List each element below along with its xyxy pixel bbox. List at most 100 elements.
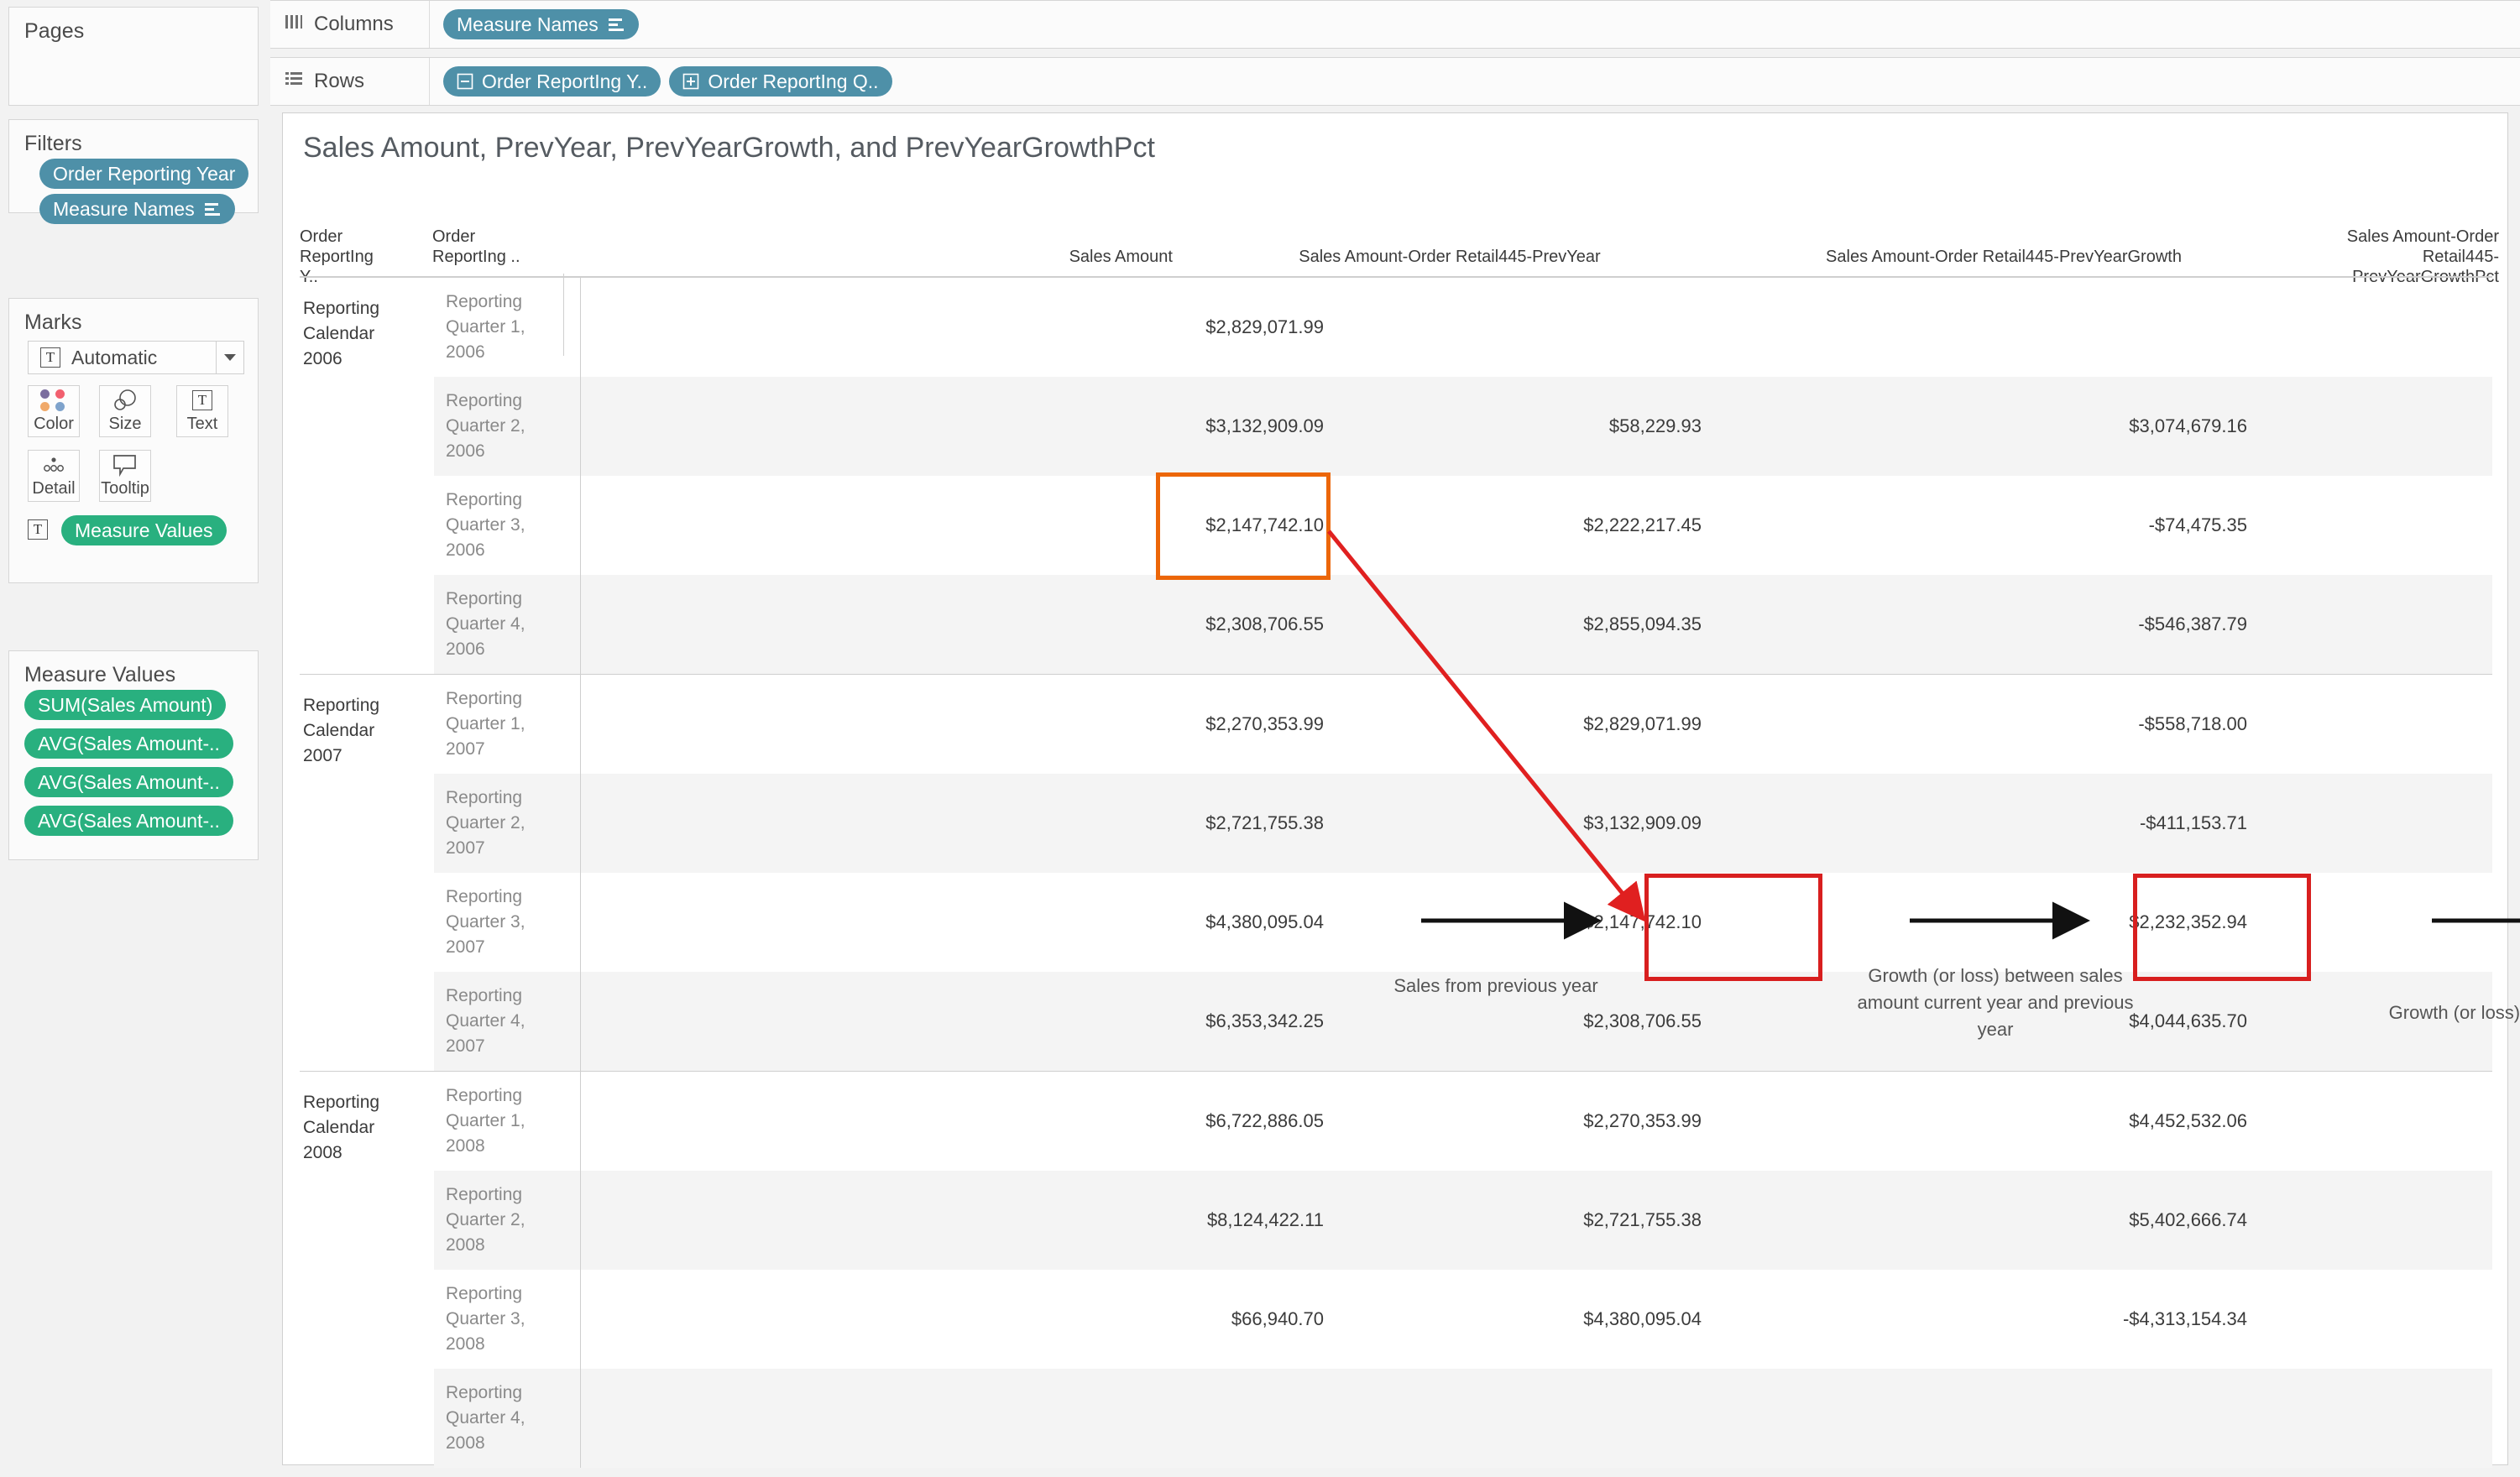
plus-box-icon[interactable] <box>682 73 699 90</box>
row-header-quarter[interactable]: Reporting Quarter 3, 2008 <box>446 1270 572 1357</box>
marks-size-label: Size <box>108 415 142 433</box>
column-header-sales-amount[interactable]: Sales Amount <box>870 247 1173 267</box>
cell-prev-year-growth-pct[interactable]: -3.35% <box>2314 476 2520 575</box>
cell-prev-year-growth-pct[interactable]: 198.50% <box>2314 1171 2520 1270</box>
cell-prev-year[interactable]: $58,229.93 <box>1366 377 1702 476</box>
measure-value-pill-label: AVG(Sales Amount-.. <box>38 770 220 793</box>
column-header-prev-year-growth[interactable]: Sales Amount-Order Retail445-PrevYearGro… <box>1693 247 2314 267</box>
chevron-down-icon[interactable] <box>216 342 243 373</box>
cell-prev-year-growth-pct[interactable] <box>2314 1369 2520 1468</box>
row-header-year[interactable]: Reporting Calendar 2007 <box>303 675 421 769</box>
row-header-quarter[interactable]: Reporting Quarter 4, 2008 <box>446 1369 572 1456</box>
table-row[interactable]: Reporting Quarter 4, 2006 $2,308,706.55 $2,8… <box>434 575 2492 674</box>
table-row[interactable]: Reporting Quarter 3, 2006 $2,147,742.10 $2,2… <box>434 476 2492 575</box>
marks-text-button[interactable]: T Text <box>176 385 228 437</box>
mark-type-dropdown[interactable]: T Automatic <box>28 341 244 374</box>
cell-sales-amount[interactable]: $2,829,071.99 <box>1022 278 1324 377</box>
measure-value-pill-avg-prevyeargrowthpct[interactable]: AVG(Sales Amount-.. <box>24 806 233 836</box>
cell-prev-year[interactable]: $3,132,909.09 <box>1366 774 1702 873</box>
cell-prev-year-growth[interactable]: $4,452,532.06 <box>1911 1072 2247 1171</box>
cell-sales-amount[interactable] <box>1022 1369 1324 1468</box>
cell-prev-year-growth-pct[interactable]: -19.75% <box>2314 675 2520 774</box>
measure-value-pill-avg-prevyear[interactable]: AVG(Sales Amount-.. <box>24 728 233 759</box>
cell-prev-year-growth-pct[interactable]: -13.12% <box>2314 774 2520 873</box>
cell-prev-year-growth-pct[interactable]: -98.47% <box>2314 1270 2520 1369</box>
cell-prev-year[interactable]: $2,270,353.99 <box>1366 1072 1702 1171</box>
row-header-quarter[interactable]: Reporting Quarter 1, 2007 <box>446 675 572 762</box>
cell-prev-year[interactable]: $2,855,094.35 <box>1366 575 1702 674</box>
row-header-quarter[interactable]: Reporting Quarter 1, 2008 <box>446 1072 572 1159</box>
columns-shelf[interactable]: Columns Measure Names <box>270 0 2520 49</box>
cell-prev-year-growth[interactable]: -$4,313,154.34 <box>1911 1270 2247 1369</box>
row-header-quarter[interactable]: Reporting Quarter 2, 2007 <box>446 774 572 861</box>
cell-prev-year-growth[interactable]: $2,232,352.94 <box>1911 873 2247 972</box>
cell-prev-year-growth-pct[interactable]: -19.14% <box>2314 575 2520 674</box>
cell-sales-amount[interactable]: $4,380,095.04 <box>1022 873 1324 972</box>
cell-sales-amount[interactable]: $2,147,742.10 <box>1022 476 1324 575</box>
cell-sales-amount[interactable]: $2,270,353.99 <box>1022 675 1324 774</box>
cell-sales-amount[interactable]: $2,308,706.55 <box>1022 575 1324 674</box>
cell-sales-amount[interactable]: $66,940.70 <box>1022 1270 1324 1369</box>
table-row[interactable]: Reporting Quarter 1, 2006 $2,829,071.99 <box>434 278 2492 377</box>
color-dots-icon <box>40 386 67 415</box>
cell-prev-year-growth[interactable]: -$411,153.71 <box>1911 774 2247 873</box>
cell-prev-year-growth-pct[interactable]: 196.12% <box>2314 1072 2520 1171</box>
table-row[interactable]: Reporting Quarter 1, 2007 $2,270,353.99 $2,8… <box>434 675 2492 774</box>
row-header-quarter[interactable]: Reporting Quarter 4, 2006 <box>446 575 572 662</box>
cell-prev-year[interactable]: $2,829,071.99 <box>1366 675 1702 774</box>
rows-shelf-pills: Order ReportIng Y.. Order ReportIng Q.. <box>430 66 892 97</box>
table-row[interactable]: Reporting Quarter 3, 2007 $4,380,095.04 $2,1… <box>434 873 2492 972</box>
columns-pill-measure-names[interactable]: Measure Names <box>443 9 639 39</box>
marks-detail-button[interactable]: Detail <box>28 450 80 502</box>
cell-sales-amount[interactable]: $6,722,886.05 <box>1022 1072 1324 1171</box>
rows-shelf[interactable]: Rows Order ReportIng Y.. Order ReportIng… <box>270 57 2520 106</box>
cell-prev-year[interactable]: $2,222,217.45 <box>1366 476 1702 575</box>
row-header-quarter[interactable]: Reporting Quarter 4, 2007 <box>446 972 572 1059</box>
cell-prev-year-growth-pct[interactable] <box>2314 278 2520 377</box>
cell-sales-amount[interactable]: $6,353,342.25 <box>1022 972 1324 1071</box>
row-header-quarter[interactable]: Reporting Quarter 1, 2006 <box>446 278 572 365</box>
table-row[interactable]: Reporting Quarter 2, 2006 $3,132,909.09 $58,… <box>434 377 2492 476</box>
cell-prev-year-growth[interactable]: -$546,387.79 <box>1911 575 2247 674</box>
cell-sales-amount[interactable]: $3,132,909.09 <box>1022 377 1324 476</box>
table-row[interactable]: Reporting Quarter 4, 2008 <box>434 1369 2492 1468</box>
cell-prev-year-growth[interactable]: -$558,718.00 <box>1911 675 2247 774</box>
table-row[interactable]: Reporting Quarter 3, 2008 $66,940.70 $4,380,… <box>434 1270 2492 1369</box>
marks-size-button[interactable]: Size <box>99 385 151 437</box>
marks-tooltip-button[interactable]: Tooltip <box>99 450 151 502</box>
marks-text-measure-values-pill[interactable]: Measure Values <box>61 515 227 545</box>
cell-prev-year[interactable]: $2,721,755.38 <box>1366 1171 1702 1270</box>
cell-prev-year[interactable] <box>1366 1369 1702 1468</box>
cell-prev-year-growth[interactable] <box>1911 1369 2247 1468</box>
cell-prev-year-growth[interactable]: $5,402,666.74 <box>1911 1171 2247 1270</box>
minus-box-icon[interactable] <box>457 73 473 90</box>
measure-value-pill-avg-prevyeargrowth[interactable]: AVG(Sales Amount-.. <box>24 767 233 797</box>
measure-value-pill-sum-sales-amount[interactable]: SUM(Sales Amount) <box>24 690 227 720</box>
cell-prev-year[interactable] <box>1366 278 1702 377</box>
cell-prev-year[interactable]: $2,147,742.10 <box>1366 873 1702 972</box>
table-row[interactable]: Reporting Quarter 2, 2007 $2,721,755.38 $3,1… <box>434 774 2492 873</box>
rows-pill-order-reporting-year[interactable]: Order ReportIng Y.. <box>443 66 661 97</box>
rows-pill-order-reporting-quarter[interactable]: Order ReportIng Q.. <box>669 66 892 97</box>
column-header-prev-year[interactable]: Sales Amount-Order Retail445-PrevYear <box>1181 247 1718 267</box>
row-header-quarter[interactable]: Reporting Quarter 3, 2007 <box>446 873 572 960</box>
row-header-year[interactable]: Reporting Calendar 2006 <box>303 278 421 372</box>
cell-prev-year-growth-pct[interactable]: 5280.24% <box>2314 377 2520 476</box>
cell-prev-year-growth[interactable]: -$74,475.35 <box>1911 476 2247 575</box>
cell-prev-year-growth[interactable]: $3,074,679.16 <box>1911 377 2247 476</box>
row-header-year[interactable]: Reporting Calendar 2008 <box>303 1072 421 1166</box>
marks-color-button[interactable]: Color <box>28 385 80 437</box>
filter-pill-measure-names[interactable]: Measure Names <box>39 194 235 224</box>
cell-prev-year-growth-pct[interactable]: 103.94% <box>2314 873 2520 972</box>
filter-pill-order-reporting-year[interactable]: Order Reporting Year <box>39 159 249 189</box>
column-header-order-reporting-quarter[interactable]: Order ReportIng .. <box>432 227 541 267</box>
cell-prev-year[interactable]: $4,380,095.04 <box>1366 1270 1702 1369</box>
cell-sales-amount[interactable]: $8,124,422.11 <box>1022 1171 1324 1270</box>
row-header-quarter[interactable]: Reporting Quarter 3, 2006 <box>446 476 572 563</box>
table-row[interactable]: Reporting Quarter 1, 2008 $6,722,886.05 $2,2… <box>434 1072 2492 1171</box>
row-header-quarter[interactable]: Reporting Quarter 2, 2006 <box>446 377 572 464</box>
table-row[interactable]: Reporting Quarter 2, 2008 $8,124,422.11 $2,7… <box>434 1171 2492 1270</box>
cell-prev-year-growth[interactable] <box>1911 278 2247 377</box>
row-header-quarter[interactable]: Reporting Quarter 2, 2008 <box>446 1171 572 1258</box>
cell-sales-amount[interactable]: $2,721,755.38 <box>1022 774 1324 873</box>
